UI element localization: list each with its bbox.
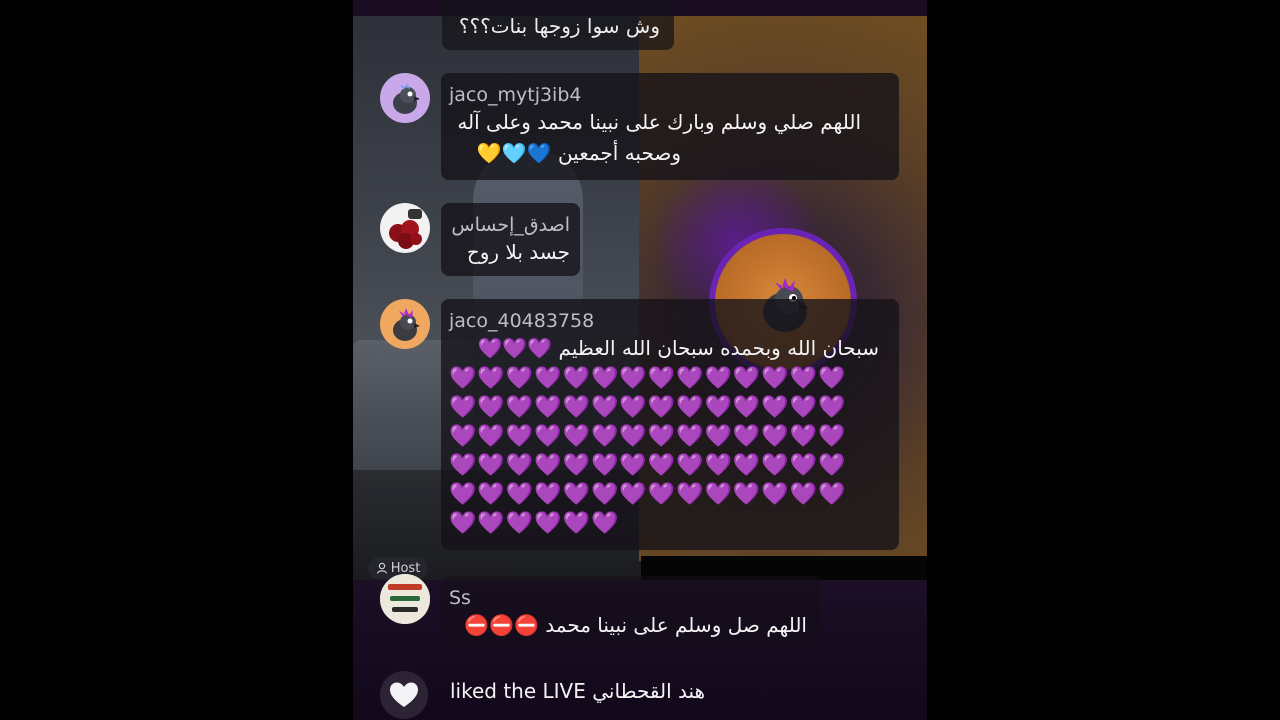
avatar[interactable]: [380, 299, 430, 349]
hearts-row: 💜💜💜💜💜💜💜💜💜💜💜💜💜💜: [449, 453, 847, 478]
comment-username[interactable]: jaco_mytj3ib4: [449, 83, 889, 107]
avatar[interactable]: [380, 574, 430, 624]
avatar[interactable]: [380, 203, 430, 253]
comment-bubble: jaco_40483758 سبحان الله وبحمده سبحان ال…: [441, 299, 899, 550]
liked-notification: liked the LIVE هند القحطاني: [380, 671, 940, 719]
avatar[interactable]: [380, 73, 430, 123]
heart-shape: [390, 682, 418, 707]
calligraphy-avatar-icon: [380, 574, 430, 624]
parrot-avatar-icon: [393, 83, 420, 114]
comment-text: وش سوا زوجها بنات؟؟؟: [458, 14, 660, 38]
comment-text: جسد بلا روح: [466, 240, 570, 264]
comment-text: سبحان الله وبحمده سبحان الله العظيم 💜💜💜: [477, 336, 879, 360]
hearts-row: 💜💜💜💜💜💜: [449, 511, 620, 536]
hearts-row: 💜💜💜💜💜💜💜💜💜💜💜💜💜💜: [449, 366, 847, 391]
roses-avatar-icon: [380, 203, 430, 253]
comment-text-line2: وصحبه أجمعين 💙🩵💛: [476, 141, 681, 165]
comment-partial-top: وش سوا زوجها بنات؟؟؟: [442, 0, 674, 50]
hearts-row: 💜💜💜💜💜💜💜💜💜💜💜💜💜💜: [449, 395, 847, 420]
hearts-row: 💜💜💜💜💜💜💜💜💜💜💜💜💜💜: [449, 424, 847, 449]
comment-text: اللهم صل وسلم على نبينا محمد ⛔⛔⛔: [464, 613, 807, 637]
liked-text: liked the LIVE هند القحطاني: [450, 679, 706, 703]
hearts-row: 💜💜💜💜💜💜💜💜💜💜💜💜💜💜: [449, 482, 847, 507]
comment-text-line1: اللهم صلي وسلم وبارك على نبينا محمد وعلى…: [457, 110, 861, 134]
parrot-avatar-icon: [393, 308, 420, 341]
person-icon: [376, 562, 387, 574]
comment-bubble: jaco_mytj3ib4 اللهم صلي وسلم وبارك على ن…: [441, 73, 899, 180]
heart-icon[interactable]: [380, 671, 428, 719]
comment-bubble: اصدق_إحساس جسد بلا روح: [441, 203, 580, 276]
comment-username[interactable]: Ss: [449, 586, 811, 610]
comment-username[interactable]: jaco_40483758: [449, 309, 889, 333]
comment-username[interactable]: اصدق_إحساس: [449, 213, 570, 237]
comment-bubble: Ss اللهم صل وسلم على نبينا محمد ⛔⛔⛔: [441, 576, 821, 646]
